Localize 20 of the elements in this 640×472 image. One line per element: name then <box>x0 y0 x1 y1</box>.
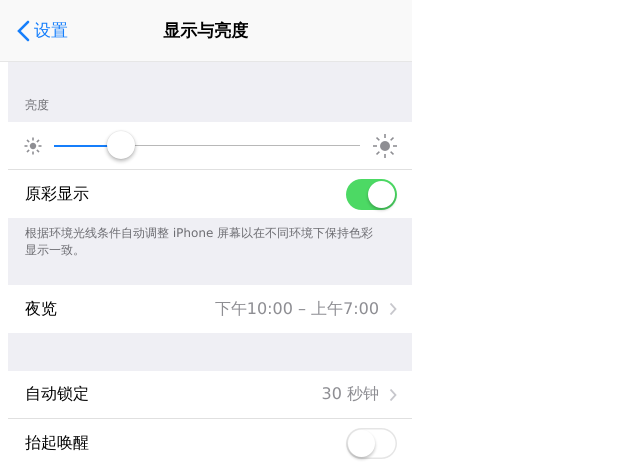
settings-row[interactable]: 夜览 下午10:00 – 上午7:00 <box>8 285 412 333</box>
toggle-switch[interactable] <box>346 428 397 458</box>
row-value: 30 秒钟 <box>322 384 379 405</box>
back-button[interactable]: 设置 <box>17 19 68 42</box>
row-label: 抬起唤醒 <box>25 432 90 454</box>
chevron-right-icon <box>389 388 397 402</box>
screen-title: 显示与亮度 <box>162 20 250 42</box>
brightness-slider[interactable] <box>54 130 360 162</box>
sun-small-icon <box>24 136 42 154</box>
settings-row[interactable]: 自动锁定 30 秒钟 <box>8 371 412 419</box>
row-value: 下午10:00 – 上午7:00 <box>214 298 379 320</box>
row-label: 原彩显示 <box>25 184 90 204</box>
sun-large-icon <box>372 132 398 158</box>
back-chevron-icon <box>17 20 30 42</box>
row-label: 夜览 <box>25 298 58 320</box>
chevron-right-icon <box>389 302 397 316</box>
row-label: 自动锁定 <box>25 384 90 405</box>
section-footer: 根据环境光线条件自动调整 iPhone 屏幕以在不同环境下保持色彩显示一致。 <box>8 218 412 285</box>
toggle-switch[interactable] <box>346 178 397 210</box>
section-header: 亮度 <box>25 97 49 114</box>
